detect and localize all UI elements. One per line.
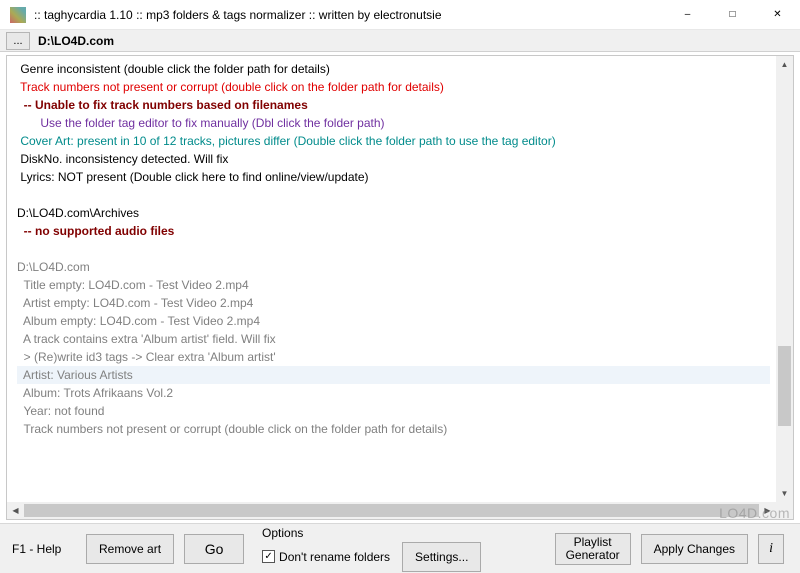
log-line[interactable]: D:\LO4D.com bbox=[17, 258, 770, 276]
scroll-down-icon[interactable]: ▼ bbox=[776, 485, 793, 502]
log-panel: Genre inconsistent (double click the fol… bbox=[6, 55, 794, 520]
horizontal-scroll-thumb[interactable] bbox=[24, 504, 759, 517]
dont-rename-label: Don't rename folders bbox=[279, 550, 390, 564]
apply-changes-button[interactable]: Apply Changes bbox=[641, 534, 748, 564]
log-line[interactable]: A track contains extra 'Album artist' fi… bbox=[17, 330, 770, 348]
log-line[interactable]: DiskNo. inconsistency detected. Will fix bbox=[17, 150, 770, 168]
settings-button[interactable]: Settings... bbox=[402, 542, 481, 572]
info-button[interactable]: i bbox=[758, 534, 784, 564]
browse-button[interactable]: ... bbox=[6, 32, 30, 50]
scroll-left-icon[interactable]: ◀ bbox=[7, 502, 24, 519]
minimize-button[interactable]: – bbox=[665, 0, 710, 29]
window-controls: – □ ✕ bbox=[665, 0, 800, 29]
dont-rename-checkbox[interactable]: ✓ Don't rename folders bbox=[262, 550, 390, 564]
log-line[interactable]: -- no supported audio files bbox=[17, 222, 770, 240]
bottom-toolbar: F1 - Help Remove art Go Options ✓ Don't … bbox=[0, 523, 800, 573]
current-path: D:\LO4D.com bbox=[38, 34, 114, 48]
log-line[interactable]: Use the folder tag editor to fix manuall… bbox=[17, 114, 770, 132]
log-line[interactable]: Cover Art: present in 10 of 12 tracks, p… bbox=[17, 132, 770, 150]
maximize-button[interactable]: □ bbox=[710, 0, 755, 29]
log-line[interactable]: Track numbers not present or corrupt (do… bbox=[17, 78, 770, 96]
playlist-line1: Playlist bbox=[574, 536, 612, 549]
log-line[interactable]: Artist: Various Artists bbox=[17, 366, 770, 384]
options-group: Options ✓ Don't rename folders Settings.… bbox=[262, 526, 481, 572]
log-line[interactable]: Year: not found bbox=[17, 402, 770, 420]
window-title: :: taghycardia 1.10 :: mp3 folders & tag… bbox=[34, 8, 665, 22]
log-line[interactable]: Track numbers not present or corrupt (do… bbox=[17, 420, 770, 438]
playlist-line2: Generator bbox=[566, 549, 620, 562]
watermark: LO4D.com bbox=[719, 505, 790, 521]
path-bar: ... D:\LO4D.com bbox=[0, 30, 800, 52]
log-line[interactable]: -- Unable to fix track numbers based on … bbox=[17, 96, 770, 114]
log-line[interactable]: D:\LO4D.com\Archives bbox=[17, 204, 770, 222]
log-line[interactable] bbox=[17, 240, 770, 258]
log-line[interactable]: Artist empty: LO4D.com - Test Video 2.mp… bbox=[17, 294, 770, 312]
horizontal-scrollbar[interactable]: ◀ ▶ bbox=[7, 502, 776, 519]
titlebar: :: taghycardia 1.10 :: mp3 folders & tag… bbox=[0, 0, 800, 30]
vertical-scrollbar[interactable]: ▲ ▼ bbox=[776, 56, 793, 502]
go-button[interactable]: Go bbox=[184, 534, 244, 564]
log-line[interactable] bbox=[17, 186, 770, 204]
help-hint: F1 - Help bbox=[6, 542, 86, 556]
log-line[interactable]: Lyrics: NOT present (Double click here t… bbox=[17, 168, 770, 186]
playlist-generator-button[interactable]: Playlist Generator bbox=[555, 533, 631, 565]
log-line[interactable]: Album: Trots Afrikaans Vol.2 bbox=[17, 384, 770, 402]
log-line[interactable]: Genre inconsistent (double click the fol… bbox=[17, 60, 770, 78]
remove-art-button[interactable]: Remove art bbox=[86, 534, 174, 564]
vertical-scroll-thumb[interactable] bbox=[778, 346, 791, 426]
log-line[interactable]: Album empty: LO4D.com - Test Video 2.mp4 bbox=[17, 312, 770, 330]
app-icon bbox=[10, 7, 26, 23]
scroll-up-icon[interactable]: ▲ bbox=[776, 56, 793, 73]
close-button[interactable]: ✕ bbox=[755, 0, 800, 29]
log-line[interactable]: Title empty: LO4D.com - Test Video 2.mp4 bbox=[17, 276, 770, 294]
log-viewport[interactable]: Genre inconsistent (double click the fol… bbox=[7, 56, 776, 502]
checkbox-icon: ✓ bbox=[262, 550, 275, 563]
options-label: Options bbox=[262, 526, 481, 540]
log-line[interactable]: > (Re)write id3 tags -> Clear extra 'Alb… bbox=[17, 348, 770, 366]
